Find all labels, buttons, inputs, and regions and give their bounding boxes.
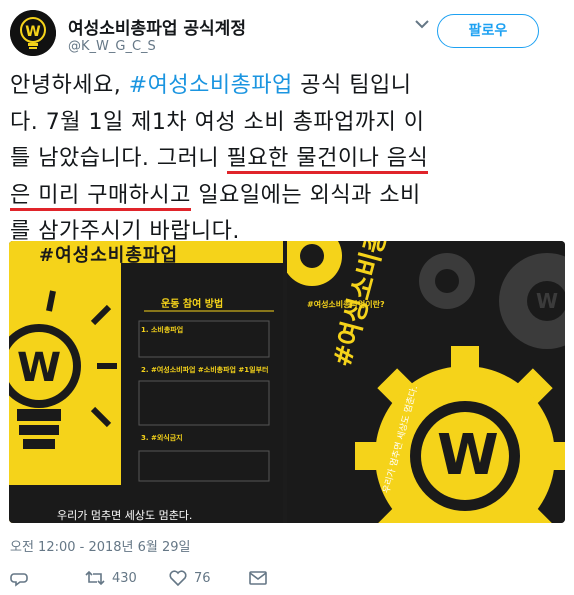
poster-banner-text: #여성소비총파업: [39, 245, 179, 266]
svg-text:W: W: [536, 289, 558, 313]
dm-button[interactable]: [248, 565, 268, 591]
tweet-text-segment: 공식 팀입니: [292, 73, 412, 98]
reply-icon: [10, 573, 28, 587]
svg-text:W: W: [17, 345, 61, 391]
media-image-left[interactable]: W #여성소비총파업 운동 참여 방법 1. 소비총파업 2. #여성소비파업 …: [9, 241, 283, 523]
tweet-text-segment: 틀 남았습니다. 그러니: [10, 146, 227, 171]
tweet-line-3: 틀 남았습니다. 그러니 필요한 물건이나 음식: [10, 141, 566, 178]
retweet-icon: [85, 570, 105, 586]
tweet-media[interactable]: W #여성소비총파업 운동 참여 방법 1. 소비총파업 2. #여성소비파업 …: [9, 241, 565, 523]
reply-button[interactable]: [10, 565, 30, 591]
underlined-text: 은 미리 구매하시고: [10, 182, 191, 211]
tweet-timestamp[interactable]: 오전 12:00 - 2018년 6월 29일: [10, 536, 191, 555]
tweet-text-segment: 일요일에는 외식과 소비: [190, 182, 421, 208]
retweet-count: 430: [112, 570, 137, 586]
profile-avatar[interactable]: W: [10, 10, 56, 56]
tweet-text: 안녕하세요, #여성소비총파업 공식 팀입니 다. 7월 1일 제1차 여성 소…: [10, 68, 566, 251]
tweet-line-1: 안녕하세요, #여성소비총파업 공식 팀입니: [10, 68, 566, 105]
svg-text:W: W: [25, 24, 40, 40]
gear-poster-graphic: W: [287, 241, 565, 523]
guide-item-1: 1. 소비총파업: [141, 326, 184, 334]
poster-slogan: 우리가 멈추면 세상도 멈춘다.: [57, 509, 193, 522]
follow-button[interactable]: 팔로우: [437, 14, 539, 48]
tweet-header: W 여성소비총파업 공식계정 @K_W_G_C_S 팔로우: [10, 8, 564, 58]
tweet-line-2: 다. 7월 1일 제1차 여성 소비 총파업까지 이: [10, 109, 425, 135]
gear-badge-letter: W: [437, 423, 499, 488]
like-button[interactable]: 76: [168, 565, 211, 591]
tweet-text-segment: 안녕하세요,: [10, 73, 129, 98]
heart-icon: [169, 570, 187, 587]
hashtag-link[interactable]: #여성소비총파업: [129, 73, 293, 98]
chevron-down-icon[interactable]: [410, 14, 434, 34]
tweet-line-4: 은 미리 구매하시고 일요일에는 외식과 소비: [10, 178, 566, 215]
retweet-button[interactable]: 430: [84, 565, 137, 591]
guide-title: 운동 참여 방법: [161, 299, 224, 310]
like-count: 76: [194, 570, 211, 586]
lightbulb-poster-graphic: W: [9, 241, 283, 523]
lightbulb-logo-icon: W: [10, 10, 56, 56]
envelope-icon: [249, 571, 267, 585]
guide-item-3: 3. #외식금지: [141, 434, 183, 442]
tweet-actions: 430 76: [10, 565, 310, 591]
profile-handle[interactable]: @K_W_G_C_S: [68, 39, 156, 54]
underlined-text: 필요한 물건이나 음식: [226, 146, 429, 174]
media-image-right[interactable]: W W #여성소비총파업이란? #여성소비총파업 우리가 멈추면 세상도 멈춘다…: [287, 241, 565, 523]
guide-item-2: 2. #여성소비파업 #소비총파업 #1일부터: [141, 366, 269, 374]
profile-name[interactable]: 여성소비총파업 공식계정: [68, 14, 246, 39]
